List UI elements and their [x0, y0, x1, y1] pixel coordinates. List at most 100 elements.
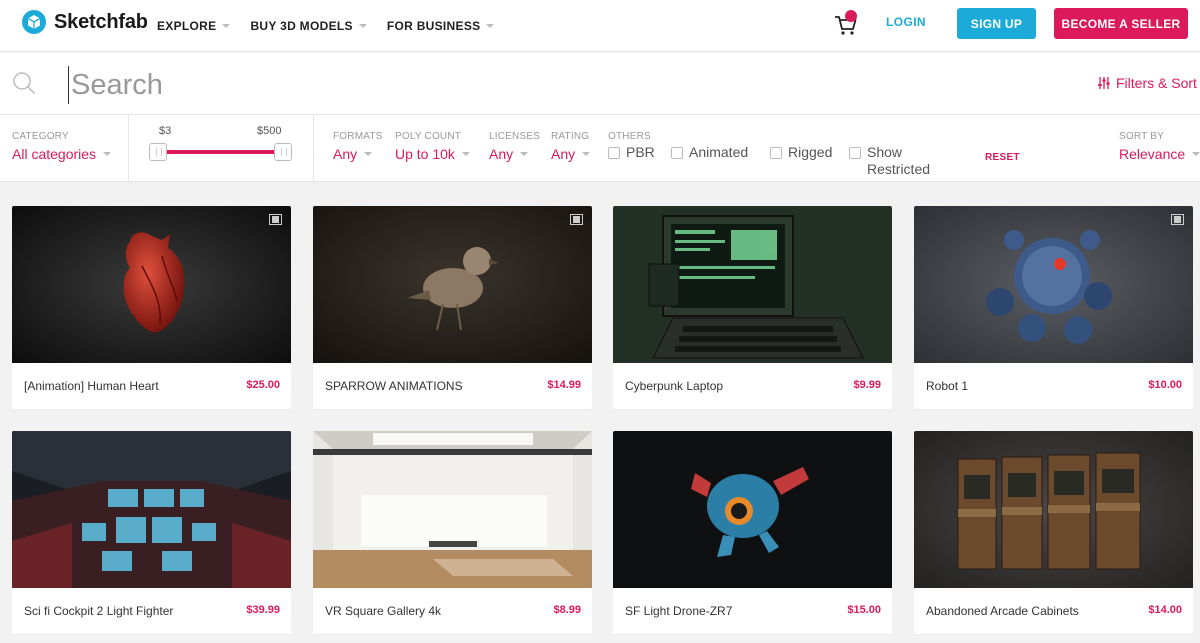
category-filter[interactable]: CATEGORY All categories: [12, 131, 112, 162]
nav-for-business[interactable]: FOR BUSINESS: [387, 19, 495, 33]
checkbox-box[interactable]: [608, 147, 620, 159]
price-min-label: $3: [159, 125, 172, 137]
model-thumbnail[interactable]: [313, 431, 592, 588]
rating-filter[interactable]: RATING Any: [551, 131, 591, 162]
model-title[interactable]: SF Light Drone-ZR7: [625, 604, 732, 618]
poly-count-value: Up to 10k: [395, 146, 455, 162]
nav-business-label: FOR BUSINESS: [386, 19, 481, 33]
model-card[interactable]: Abandoned Arcade Cabinets $14.00: [914, 431, 1193, 634]
formats-select[interactable]: Any: [333, 146, 383, 162]
divider: [128, 115, 129, 182]
licenses-filter[interactable]: LICENSES Any: [489, 131, 540, 162]
chevron-down-icon: [358, 24, 367, 28]
model-price: $14.00: [1148, 604, 1182, 616]
chevron-down-icon: [520, 152, 529, 156]
poly-count-select[interactable]: Up to 10k: [395, 146, 470, 162]
category-value: All categories: [12, 146, 97, 162]
licenses-value: Any: [489, 146, 514, 162]
main-nav: EXPLORE BUY 3D MODELS FOR BUSINESS: [157, 0, 495, 52]
nav-buy-3d-models[interactable]: BUY 3D MODELS: [250, 19, 367, 33]
model-thumbnail[interactable]: [613, 431, 892, 588]
rating-value: Any: [551, 146, 576, 162]
nav-explore[interactable]: EXPLORE: [157, 19, 231, 33]
nav-explore-label: EXPLORE: [157, 19, 217, 33]
model-price: $9.99: [853, 379, 881, 391]
animated-checkbox[interactable]: Animated: [671, 144, 748, 160]
animated-film-icon: [1171, 214, 1184, 225]
model-title[interactable]: VR Square Gallery 4k: [325, 604, 441, 618]
model-title[interactable]: Abandoned Arcade Cabinets: [926, 604, 1079, 618]
model-thumbnail[interactable]: [12, 431, 291, 588]
nav-buy-label: BUY 3D MODELS: [250, 19, 353, 33]
licenses-select[interactable]: Any: [489, 146, 540, 162]
top-header: Sketchfab EXPLORE BUY 3D MODELS FOR BUSI…: [0, 0, 1200, 52]
cart-count-badge: [845, 10, 857, 22]
checkbox-box[interactable]: [770, 147, 782, 159]
model-title[interactable]: [Animation] Human Heart: [24, 379, 159, 393]
model-thumbnail[interactable]: [12, 206, 291, 363]
model-card[interactable]: VR Square Gallery 4k $8.99: [313, 431, 592, 634]
model-thumbnail[interactable]: [313, 206, 592, 363]
model-card[interactable]: Cyberpunk Laptop $9.99: [613, 206, 892, 409]
price-slider-track[interactable]: [153, 150, 287, 154]
rating-label: RATING: [551, 131, 590, 142]
category-label: CATEGORY: [12, 131, 69, 142]
model-card[interactable]: Robot 1 $10.00: [914, 206, 1193, 409]
model-price: $10.00: [1148, 379, 1182, 391]
model-card[interactable]: SF Light Drone-ZR7 $15.00: [613, 431, 892, 634]
model-card[interactable]: SPARROW ANIMATIONS $14.99: [313, 206, 592, 409]
model-thumbnail[interactable]: [914, 431, 1193, 588]
reset-filters-button[interactable]: RESET: [985, 152, 1020, 163]
login-link[interactable]: LOGIN: [886, 15, 926, 29]
rating-select[interactable]: Any: [551, 146, 591, 162]
formats-value: Any: [333, 146, 358, 162]
show-restricted-checkbox[interactable]: Show Restricted: [849, 144, 939, 178]
model-card[interactable]: [Animation] Human Heart $25.00: [12, 206, 291, 409]
model-title[interactable]: Cyberpunk Laptop: [625, 379, 723, 393]
search-input[interactable]: [68, 66, 768, 104]
model-price: $15.00: [847, 604, 881, 616]
chevron-down-icon: [222, 24, 231, 28]
sort-by-label: SORT BY: [1119, 131, 1164, 142]
others-filter: OTHERS: [608, 131, 651, 142]
become-seller-button[interactable]: BECOME A SELLER: [1054, 8, 1188, 39]
licenses-label: LICENSES: [489, 131, 541, 142]
model-thumbnail[interactable]: [914, 206, 1193, 363]
sketchfab-logo[interactable]: Sketchfab: [22, 10, 148, 34]
sign-up-button[interactable]: SIGN UP: [957, 8, 1036, 39]
checkbox-box[interactable]: [849, 147, 861, 159]
formats-filter[interactable]: FORMATS Any: [333, 131, 383, 162]
chevron-down-icon: [461, 152, 470, 156]
price-slider-max-handle[interactable]: [274, 143, 292, 161]
search-icon: [13, 72, 36, 95]
model-title[interactable]: Robot 1: [926, 379, 968, 393]
category-select[interactable]: All categories: [12, 146, 112, 162]
sketchfab-logo-icon: [22, 10, 46, 34]
filters-sort-toggle[interactable]: Filters & Sort: [1097, 75, 1197, 91]
animated-film-icon: [570, 214, 583, 225]
model-thumbnail[interactable]: [613, 206, 892, 363]
price-slider-min-handle[interactable]: [149, 143, 167, 161]
sort-by-filter[interactable]: SORT BY Relevance: [1119, 131, 1200, 162]
price-max-label: $500: [257, 125, 282, 137]
checkbox-box[interactable]: [671, 147, 683, 159]
divider: [313, 115, 314, 182]
chevron-down-icon: [486, 24, 495, 28]
show-restricted-label: Show Restricted: [867, 144, 931, 177]
chevron-down-icon: [582, 152, 591, 156]
model-card[interactable]: Sci fi Cockpit 2 Light Fighter $39.99: [12, 431, 291, 634]
model-title[interactable]: Sci fi Cockpit 2 Light Fighter: [24, 604, 173, 618]
model-title[interactable]: SPARROW ANIMATIONS: [325, 379, 463, 393]
filter-bar: CATEGORY All categories $3 $500 FORMATS …: [0, 115, 1200, 182]
sort-by-value: Relevance: [1119, 146, 1186, 162]
animated-film-icon: [269, 214, 282, 225]
pbr-checkbox[interactable]: PBR: [608, 144, 655, 160]
sliders-icon: [1098, 77, 1110, 89]
chevron-down-icon: [1192, 152, 1200, 156]
poly-count-filter[interactable]: POLY COUNT Up to 10k: [395, 131, 470, 162]
others-label: OTHERS: [608, 131, 651, 142]
sort-by-select[interactable]: Relevance: [1119, 146, 1200, 162]
model-price: $8.99: [553, 604, 581, 616]
rigged-checkbox[interactable]: Rigged: [770, 144, 832, 160]
search-bar: Filters & Sort: [0, 53, 1200, 115]
